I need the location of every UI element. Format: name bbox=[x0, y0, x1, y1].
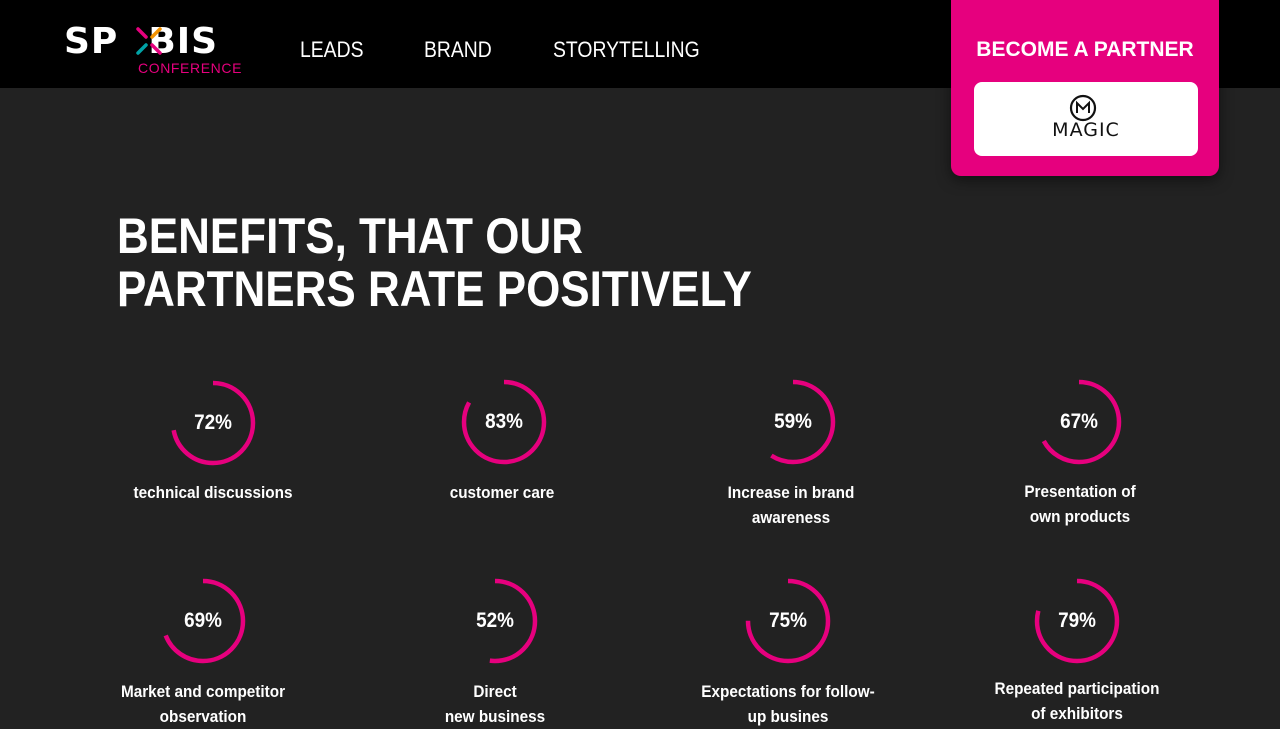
benefit-label-line-2: new business bbox=[444, 707, 546, 726]
nav-link-leads[interactable]: LEADS bbox=[300, 36, 363, 64]
benefit-ring: 69% bbox=[158, 576, 248, 666]
benefit-label-line-1: Repeated participation bbox=[994, 679, 1160, 698]
benefit-percent: 75% bbox=[769, 609, 807, 632]
main-nav: LEADS BRAND STORYTELLING bbox=[300, 36, 772, 64]
benefit-label-line-1: customer care bbox=[449, 483, 555, 502]
benefit-label: Market and competitor observation bbox=[86, 679, 320, 729]
benefit-ring: 59% bbox=[748, 377, 838, 467]
benefit-label: Expectations for follow-up busines bbox=[671, 679, 905, 729]
logo-name-left: SP bbox=[64, 21, 119, 62]
become-partner-button[interactable]: BECOME A PARTNER bbox=[951, 38, 1219, 62]
benefit-percent: 69% bbox=[184, 609, 222, 632]
benefit-percent: 67% bbox=[1060, 410, 1098, 433]
benefit-percent: 72% bbox=[194, 411, 232, 434]
benefit-label-line-2: own products bbox=[1029, 507, 1131, 526]
logo-star-icon bbox=[136, 27, 162, 55]
partner-panel: BECOME A PARTNER MAGIC bbox=[951, 0, 1219, 176]
benefit-ring: 79% bbox=[1032, 576, 1122, 666]
benefit-label: Presentation of own products bbox=[963, 479, 1197, 529]
benefit-percent: 59% bbox=[774, 410, 812, 433]
magic-logo-icon bbox=[1069, 94, 1097, 122]
benefit-label-line-2: observation bbox=[159, 707, 247, 726]
benefit-label-line-1: Presentation of bbox=[1024, 482, 1136, 501]
benefit-label-line-1: Market and competitor bbox=[120, 682, 286, 701]
benefit-label-line-1: Expectations for follow- bbox=[701, 682, 875, 701]
benefit-ring: 75% bbox=[743, 576, 833, 666]
benefit-label-line-1: Direct bbox=[473, 682, 517, 701]
nav-link-storytelling[interactable]: STORYTELLING bbox=[553, 36, 700, 64]
benefit-label-line-1: Increase in brand bbox=[727, 483, 855, 502]
benefit-label: customer care bbox=[385, 480, 619, 505]
benefit-percent: 52% bbox=[476, 609, 514, 632]
benefit-label-line-2: of exhibitors bbox=[1031, 704, 1123, 723]
nav-link-brand[interactable]: BRAND bbox=[424, 36, 492, 64]
benefit-label-line-2: awareness bbox=[751, 508, 831, 527]
benefit-ring: 83% bbox=[459, 377, 549, 467]
benefit-label-line-2: up busines bbox=[747, 707, 829, 726]
logo-subtitle: CONFERENCE bbox=[138, 60, 243, 76]
sponsor-logo-card[interactable]: MAGIC bbox=[974, 82, 1198, 156]
benefit-ring: 67% bbox=[1034, 377, 1124, 467]
spobis-logo[interactable]: SP BIS CONFERENCE bbox=[64, 22, 244, 78]
sponsor-logo-text: MAGIC bbox=[1052, 119, 1120, 141]
benefit-label: Repeated participation of exhibitors bbox=[960, 676, 1194, 726]
benefit-label: Increase in brand awareness bbox=[674, 480, 908, 530]
benefit-label: Direct new business bbox=[378, 679, 612, 729]
benefits-heading: BENEFITS, THAT OUR PARTNERS RATE POSITIV… bbox=[117, 210, 752, 316]
benefit-percent: 79% bbox=[1058, 609, 1096, 632]
benefit-percent: 83% bbox=[485, 410, 523, 433]
benefit-label-line-1: technical discussions bbox=[133, 483, 293, 502]
benefit-ring: 72% bbox=[168, 378, 258, 468]
heading-line-1: BENEFITS, THAT OUR bbox=[117, 208, 584, 264]
heading-line-2: PARTNERS RATE POSITIVELY bbox=[117, 261, 752, 317]
benefit-ring: 52% bbox=[450, 576, 540, 666]
benefit-label: technical discussions bbox=[96, 480, 330, 505]
